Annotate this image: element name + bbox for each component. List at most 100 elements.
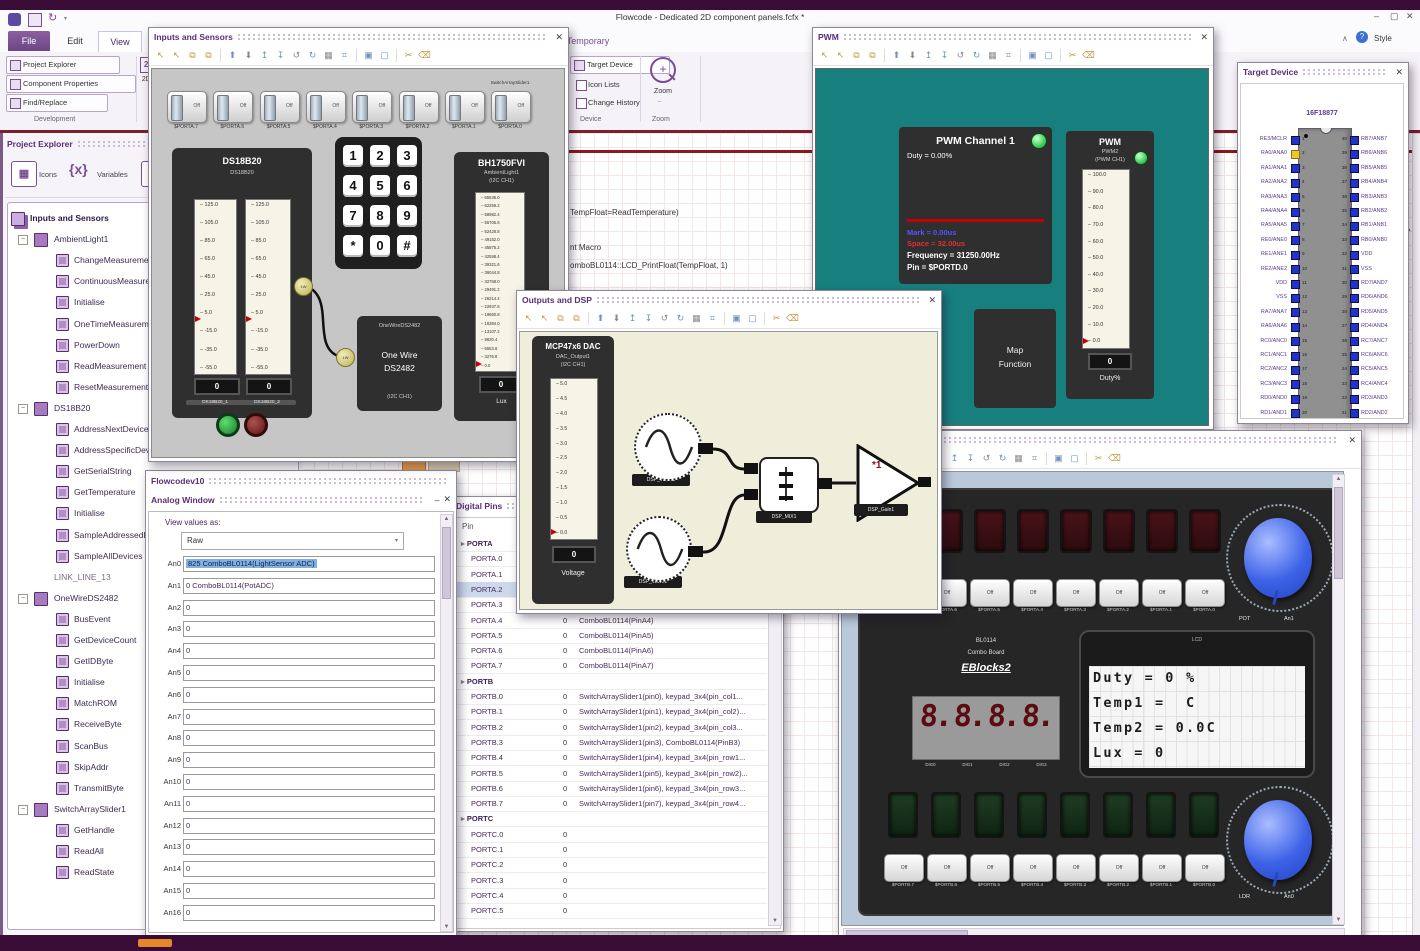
toolbar-cursor-icon[interactable]: ↖ [522, 312, 535, 325]
pwm-duty-slider[interactable]: ‒ 100.0 ‒ 90.0 ‒ 80.0 ‒ 70.0 ‒ 60.0 ‒ 50.0 ‒ 4… [1082, 169, 1130, 349]
ds18b20-slider-1[interactable]: ‒ 125.0 ‒ 105.0 ‒ 85.0 ‒ 65.0 ‒ 45.0 ‒ 25.0 ‒ … [194, 199, 237, 375]
tree-expander[interactable]: − [18, 403, 28, 414]
pin-row-PORTA.7[interactable]: PORTA.7 0 ComboBL0114(PinA7) [455, 658, 767, 675]
onewire-bus-port[interactable]: 1W [294, 277, 313, 296]
pin-row-PORTB.4[interactable]: PORTB.4 0 SwitchArraySlider1(pin4), keypad… [455, 750, 767, 767]
toolbar-cursor-icon[interactable]: ↖ [818, 49, 831, 62]
tree-expander[interactable]: − [18, 593, 28, 604]
slider-marker[interactable] [551, 529, 557, 536]
portb-switch-3[interactable]: Off [1013, 854, 1053, 882]
tab-edit[interactable]: Edit [54, 31, 96, 51]
dsp-wave2-node[interactable] [626, 516, 692, 582]
port-group-PORTB[interactable]: ▸ PORTB [455, 674, 767, 690]
pin-row-PORTB.6[interactable]: PORTB.6 0 SwitchArraySlider1(pin6), keypad… [455, 781, 767, 797]
analog-row-value-box[interactable]: 0 [183, 643, 435, 660]
toolbar-cursor-add-icon[interactable]: ↖ [170, 49, 183, 62]
toolbar-raise-icon[interactable]: ↥ [922, 49, 935, 62]
ds18b20-value-1[interactable]: 0 [194, 378, 240, 395]
portb-switch-6[interactable]: Off [1142, 854, 1182, 882]
toolbar-align-icon[interactable]: ⌗ [338, 49, 351, 62]
toolbar-grid-icon[interactable]: ▦ [986, 49, 999, 62]
toolbar-ungroup-icon[interactable]: ▢ [746, 312, 759, 325]
analog-row-value-box[interactable]: 0 [183, 904, 435, 921]
analog-row-value-box[interactable]: 0 [183, 686, 435, 703]
toolbar-lower-icon[interactable]: ↧ [938, 49, 951, 62]
dsp-wave1-node[interactable] [634, 413, 702, 481]
toolbar-bring-front-icon[interactable]: ⬆ [226, 49, 239, 62]
porta-switch-3[interactable]: Off [1013, 579, 1053, 607]
ds18b20-run-button[interactable] [216, 413, 240, 437]
pin-row-PORTA.6[interactable]: PORTA.6 0 ComboBL0114(PinA6) [455, 643, 767, 660]
toolbar-rotate-ccw-icon[interactable]: ↺ [658, 312, 671, 325]
toggle-switch-$PORTA.0[interactable]: Off [491, 91, 532, 123]
pin-row-PORTA.4[interactable]: PORTA.4 0 ComboBL0114(PinA4) [455, 613, 767, 629]
keypad-key-*[interactable]: * [343, 235, 363, 257]
keypad-key-6[interactable]: 6 [397, 175, 417, 197]
toolbar-copy-icon[interactable]: ⧉ [850, 49, 863, 62]
close-icon[interactable]: ✕ [924, 295, 936, 306]
analog-row-value-box[interactable]: 825 ComboBL0114(LightSensor ADC) [183, 556, 435, 572]
pin-row-PORTC.0[interactable]: PORTC.0 0 [455, 827, 767, 843]
keypad-key-0[interactable]: 0 [370, 235, 390, 257]
slider-marker[interactable] [476, 360, 482, 367]
close-icon[interactable]: ✕ [1391, 67, 1403, 78]
toolbar-grid-icon[interactable]: ▦ [690, 312, 703, 325]
tree-expander[interactable]: − [18, 804, 28, 815]
board-vscrollbar[interactable]: ▲ ▼ [1332, 474, 1345, 925]
dsp-mixer-node[interactable] [759, 457, 819, 513]
analog-row-value-box[interactable]: 0 [183, 752, 435, 769]
analog-row-value-box[interactable]: 0 [183, 665, 435, 681]
toolbar-lower-icon[interactable]: ↧ [642, 312, 655, 325]
toolbar-bring-front-icon[interactable]: ⬆ [594, 312, 607, 325]
view-values-select[interactable]: Raw ▾ [181, 532, 404, 550]
close-button[interactable]: ✕ [1406, 11, 1414, 22]
toolbar-rotate-cw-icon[interactable]: ↻ [674, 312, 687, 325]
scroll-down-icon[interactable]: ▼ [769, 918, 781, 924]
tab-view[interactable]: View [98, 31, 142, 52]
keypad-key-9[interactable]: 9 [397, 205, 417, 227]
style-menu[interactable]: Style [1374, 34, 1392, 43]
ldr-knob[interactable] [1244, 800, 1312, 880]
ds18b20-value-2[interactable]: 0 [246, 378, 292, 395]
portb-switch-7[interactable]: Off [1185, 854, 1225, 882]
qat-dropdown-icon[interactable]: ▾ [64, 15, 67, 22]
port-group-PORTC[interactable]: ▸ PORTC [455, 811, 767, 828]
toolbar-rotate-ccw-icon[interactable]: ↺ [954, 49, 967, 62]
portb-switch-5[interactable]: Off [1099, 854, 1139, 882]
pin-row-PORTB.7[interactable]: PORTB.7 0 SwitchArraySlider1(pin7), keypad… [455, 796, 767, 813]
maximize-button[interactable]: ▢ [1390, 11, 1399, 22]
tree-expander[interactable]: − [18, 235, 28, 246]
toolbar-group-icon[interactable]: ▣ [362, 49, 375, 62]
minimize-button[interactable]: – [1374, 11, 1379, 21]
toolbar-paste-icon[interactable]: ⧉ [570, 312, 583, 325]
toggle-switch-$PORTA.6[interactable]: Off [213, 91, 254, 123]
mcp-voltage-slider[interactable]: ‒ 5.0 ‒ 4.5 ‒ 4.0 ‒ 3.5 ‒ 3.0 ‒ 2.5 ‒ 2.0 ‒ 1.5… [550, 378, 598, 540]
keypad-key-4[interactable]: 4 [343, 175, 363, 197]
porta-switch-6[interactable]: Off [1142, 579, 1182, 607]
toolbar-rotate-ccw-icon[interactable]: ↺ [980, 452, 993, 465]
keypad-key-#[interactable]: # [397, 235, 417, 257]
porta-switch-5[interactable]: Off [1099, 579, 1139, 607]
find-replace-button[interactable]: Find/Replace [6, 94, 108, 112]
keypad-key-3[interactable]: 3 [397, 145, 417, 167]
slider-marker[interactable] [1083, 337, 1089, 344]
toolbar-group-icon[interactable]: ▣ [730, 312, 743, 325]
keypad-key-1[interactable]: 1 [343, 145, 363, 167]
toolbar-cut-icon[interactable]: ✂ [402, 49, 415, 62]
toolbar-lower-icon[interactable]: ↧ [274, 49, 287, 62]
keypad-key-7[interactable]: 7 [343, 205, 363, 227]
toggle-switch-$PORTA.4[interactable]: Off [305, 91, 346, 123]
component-properties-button[interactable]: Component Properties [6, 75, 136, 93]
toolbar-group-icon[interactable]: ▣ [1026, 49, 1039, 62]
analog-row-value-box[interactable]: 0 [183, 774, 435, 790]
icons-tab-icon[interactable]: ▦ [11, 161, 37, 187]
scroll-up-icon[interactable]: ▲ [441, 516, 452, 522]
analog-titlebar[interactable]: Analog Window – ✕ [146, 490, 456, 509]
variables-tab-icon[interactable]: {x} [69, 161, 88, 177]
pin-row-PORTB.2[interactable]: PORTB.2 0 SwitchArraySlider1(pin2), keypad… [455, 720, 767, 736]
analog-row-value-box[interactable]: 0 ComboBL0114(PotADC) [183, 577, 435, 594]
ribbon-collapse-icon[interactable]: ∧ [1342, 34, 1348, 43]
analog-row-value-box[interactable]: 0 [183, 817, 435, 834]
toolbar-align-icon[interactable]: ⌗ [1028, 452, 1041, 465]
scroll-thumb[interactable] [1334, 487, 1343, 579]
